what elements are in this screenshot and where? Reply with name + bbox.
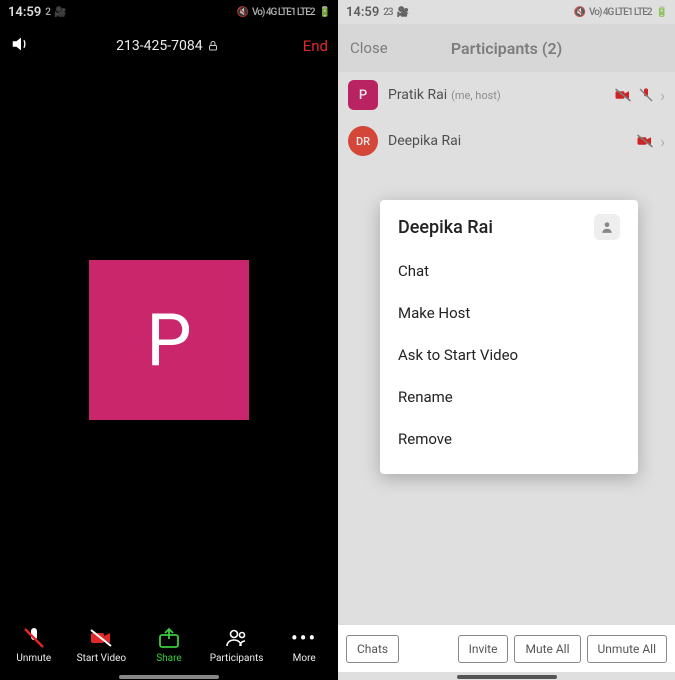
start-video-button[interactable]: Start Video: [69, 625, 133, 664]
more-icon: •••: [291, 625, 317, 651]
participants-bottom-bar: Chats Invite Mute All Unmute All: [338, 624, 675, 672]
clock-time: 14:59: [8, 5, 41, 20]
invite-button[interactable]: Invite: [458, 635, 509, 663]
participant-row[interactable]: DR Deepika Rai ›: [338, 118, 675, 164]
lock-icon: [207, 40, 219, 52]
call-header: 213-425-7084 End: [0, 24, 338, 68]
chevron-right-icon: ›: [660, 86, 665, 105]
unmute-label: Unmute: [16, 653, 51, 664]
status-bar: 14:59 23 🎥 🔇 Vo) 4G LTE1 LTE2 🔋: [338, 0, 675, 24]
unmute-all-button[interactable]: Unmute All: [587, 635, 667, 663]
speaker-icon[interactable]: [10, 33, 32, 59]
participants-button[interactable]: Participants: [205, 625, 269, 664]
network-label: Vo) 4G LTE1 LTE2: [252, 7, 315, 18]
end-button[interactable]: End: [303, 37, 328, 55]
participant-role: (me, host): [451, 89, 501, 102]
camera-indicator-icon: 🎥: [397, 7, 408, 18]
home-indicator: [119, 675, 219, 679]
unmute-button[interactable]: Unmute: [2, 625, 66, 664]
start-video-label: Start Video: [77, 653, 126, 664]
call-screen: 14:59 2 🎥 🔇 Vo) 4G LTE1 LTE2 🔋 213-425-7…: [0, 0, 338, 680]
net-speed: 23: [383, 7, 392, 18]
close-button[interactable]: Close: [350, 39, 388, 57]
participants-screen: 14:59 23 🎥 🔇 Vo) 4G LTE1 LTE2 🔋 Close Pa…: [338, 0, 675, 680]
share-button[interactable]: Share: [137, 625, 201, 664]
sheet-title: Deepika Rai: [398, 217, 493, 238]
home-indicator: [457, 675, 557, 679]
microphone-muted-icon: [638, 87, 654, 103]
participant-row[interactable]: P Pratik Rai (me, host) ›: [338, 72, 675, 118]
camera-off-icon: [614, 86, 632, 104]
participant-name: Deepika Rai: [388, 133, 461, 149]
microphone-muted-icon: [21, 625, 47, 651]
avatar: DR: [348, 126, 378, 156]
camera-off-icon: [88, 625, 114, 651]
action-remove[interactable]: Remove: [398, 418, 620, 460]
share-label: Share: [156, 653, 181, 664]
participants-list: P Pratik Rai (me, host) › DR Deepika Rai…: [338, 72, 675, 164]
mute-indicator-icon: 🔇: [574, 7, 585, 18]
mute-all-button[interactable]: Mute All: [514, 635, 580, 663]
chevron-right-icon: ›: [660, 132, 665, 151]
share-icon: [156, 625, 182, 651]
more-label: More: [293, 653, 316, 664]
action-make-host[interactable]: Make Host: [398, 292, 620, 334]
person-icon: [594, 214, 620, 240]
participants-icon: [224, 625, 250, 651]
action-ask-start-video[interactable]: Ask to Start Video: [398, 334, 620, 376]
video-area: P: [0, 70, 338, 610]
mute-indicator-icon: 🔇: [237, 7, 248, 18]
participant-name: Pratik Rai: [388, 87, 447, 103]
clock-time: 14:59: [346, 5, 379, 20]
page-title: Participants (2): [451, 39, 562, 58]
battery-icon: 🔋: [319, 7, 330, 18]
status-bar: 14:59 2 🎥 🔇 Vo) 4G LTE1 LTE2 🔋: [0, 0, 338, 24]
participant-action-sheet: Deepika Rai Chat Make Host Ask to Start …: [380, 200, 638, 474]
participants-label: Participants: [210, 653, 264, 664]
action-rename[interactable]: Rename: [398, 376, 620, 418]
avatar-initial: P: [146, 298, 191, 383]
call-toolbar: Unmute Start Video Share: [0, 616, 338, 672]
camera-indicator-icon: 🎥: [54, 7, 65, 18]
net-speed: 2: [45, 7, 50, 18]
avatar: P: [89, 260, 249, 420]
participants-header: Close Participants (2): [338, 24, 675, 72]
chats-button[interactable]: Chats: [346, 635, 399, 663]
network-label: Vo) 4G LTE1 LTE2: [589, 7, 652, 18]
action-chat[interactable]: Chat: [398, 250, 620, 292]
meeting-id: 213-425-7084: [116, 38, 202, 54]
avatar: P: [348, 80, 378, 110]
battery-icon: 🔋: [656, 7, 667, 18]
more-button[interactable]: ••• More: [272, 625, 336, 664]
camera-off-icon: [636, 132, 654, 150]
